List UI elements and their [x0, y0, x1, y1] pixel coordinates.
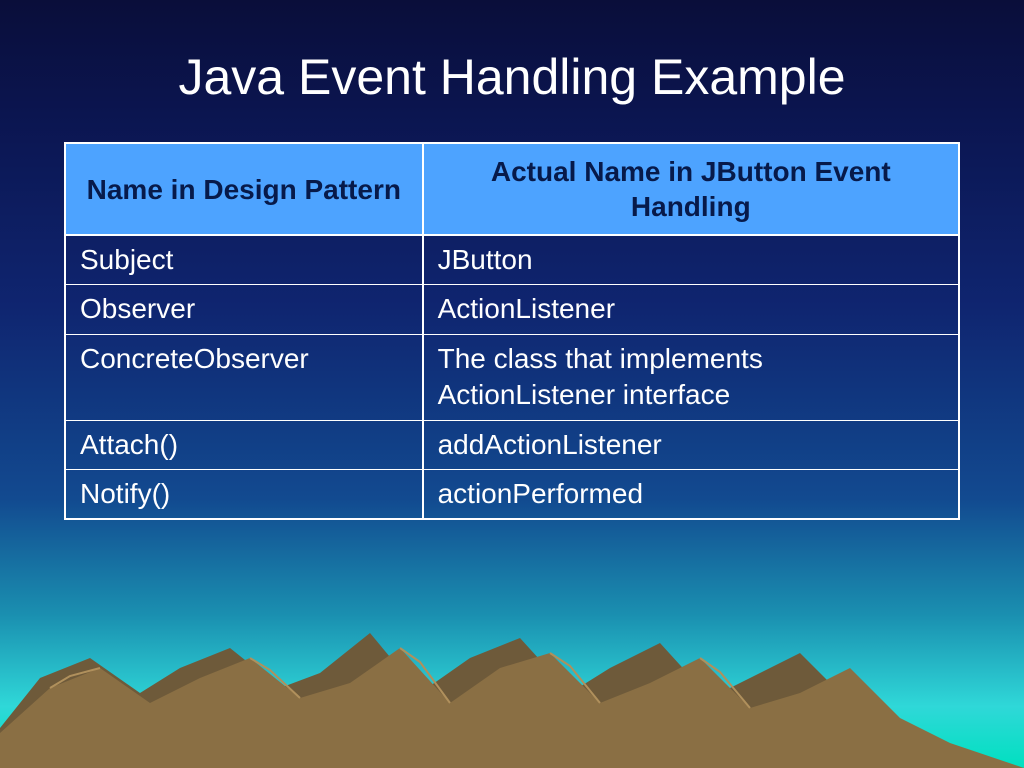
table-row: Observer ActionListener [65, 285, 959, 334]
mapping-table: Name in Design Pattern Actual Name in JB… [64, 142, 960, 520]
cell-actual: addActionListener [423, 420, 959, 469]
slide-title: Java Event Handling Example [0, 0, 1024, 106]
table-row: Subject JButton [65, 235, 959, 285]
table-row: ConcreteObserver The class that implemen… [65, 334, 959, 420]
mountain-decoration [0, 598, 1024, 768]
cell-actual: actionPerformed [423, 469, 959, 519]
table-row: Attach() addActionListener [65, 420, 959, 469]
cell-pattern: ConcreteObserver [65, 334, 423, 420]
cell-pattern: Notify() [65, 469, 423, 519]
table-container: Name in Design Pattern Actual Name in JB… [64, 142, 960, 520]
header-design-pattern: Name in Design Pattern [65, 143, 423, 235]
cell-pattern: Attach() [65, 420, 423, 469]
cell-actual: ActionListener [423, 285, 959, 334]
header-jbutton-event: Actual Name in JButton Event Handling [423, 143, 959, 235]
cell-actual: JButton [423, 235, 959, 285]
cell-pattern: Observer [65, 285, 423, 334]
table-header-row: Name in Design Pattern Actual Name in JB… [65, 143, 959, 235]
cell-pattern: Subject [65, 235, 423, 285]
table-row: Notify() actionPerformed [65, 469, 959, 519]
cell-actual: The class that implements ActionListener… [423, 334, 959, 420]
